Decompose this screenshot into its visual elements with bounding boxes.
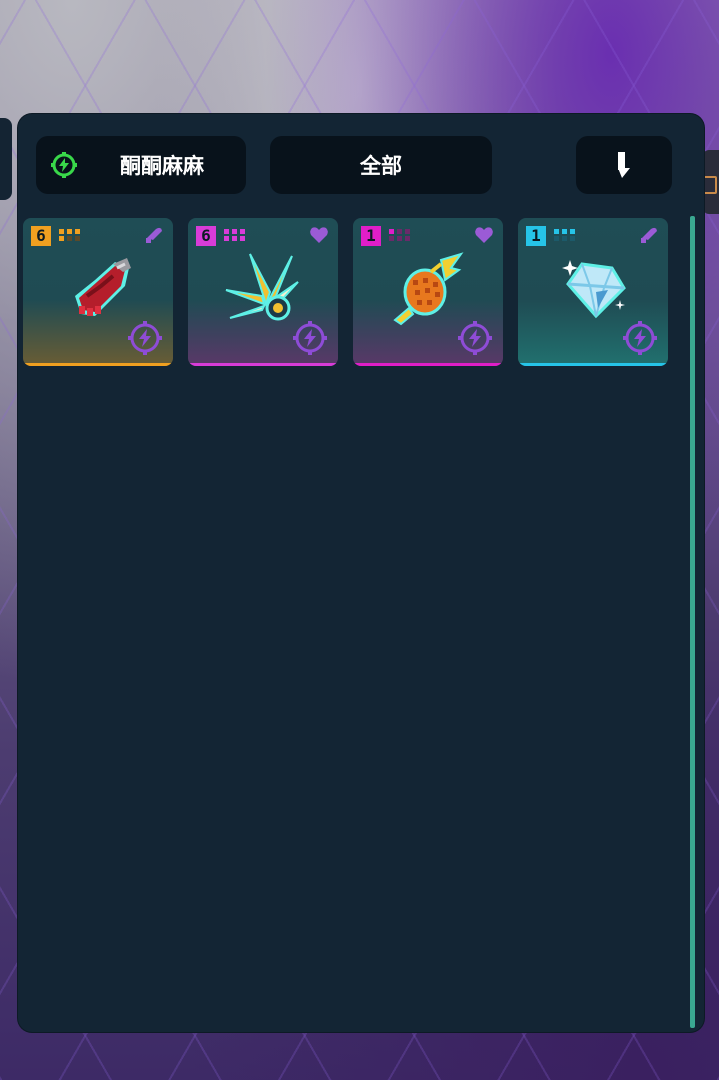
bullet-icon (641, 227, 657, 243)
heart-icon (475, 227, 493, 243)
inventory-panel: 酮酮麻麻 全部 6 6 1 1 (18, 114, 704, 1032)
item-card[interactable]: 6 (23, 218, 173, 366)
side-panel-edge (0, 118, 12, 200)
lightning-icon (51, 152, 77, 178)
item-level: 1 (526, 226, 546, 246)
energy-icon (623, 321, 657, 355)
item-card[interactable]: 1 (518, 218, 668, 366)
all-filter-label: 全部 (360, 154, 402, 178)
sort-down-icon (618, 152, 630, 178)
item-level: 6 (31, 226, 51, 246)
energy-icon (293, 321, 327, 355)
item-card[interactable]: 1 (353, 218, 503, 366)
side-button-icon (703, 176, 717, 194)
sort-button[interactable] (576, 136, 672, 194)
all-filter-button[interactable]: 全部 (270, 136, 492, 194)
item-card[interactable]: 6 (188, 218, 338, 366)
item-level: 6 (196, 226, 216, 246)
bullet-icon (146, 227, 162, 243)
item-grid: 6 6 1 1 (23, 218, 675, 368)
energy-icon (458, 321, 492, 355)
category-filter-button[interactable]: 酮酮麻麻 (36, 136, 246, 194)
category-filter-label: 酮酮麻麻 (120, 154, 204, 178)
slot-dots (389, 229, 410, 241)
slot-dots (554, 229, 575, 241)
energy-icon (128, 321, 162, 355)
slot-dots (224, 229, 245, 241)
item-level: 1 (361, 226, 381, 246)
scrollbar[interactable] (690, 216, 695, 1028)
heart-icon (310, 227, 328, 243)
slot-dots (59, 229, 80, 241)
